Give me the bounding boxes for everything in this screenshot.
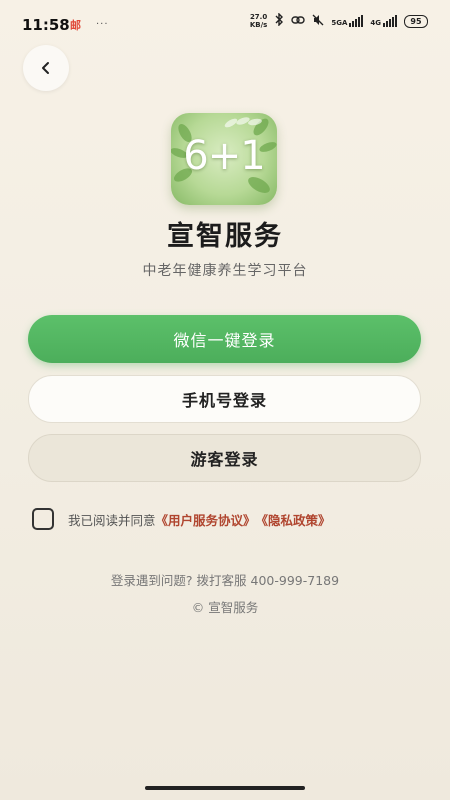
network-speed-value: 27.0 [249,13,268,21]
signal-5g: 5GA [331,15,364,27]
signal-bars-icon-2 [383,15,397,27]
app-subtitle: 中老年健康养生学习平台 [142,263,308,279]
agreement-prefix: 我已阅读并同意 [68,512,156,528]
bluetooth-icon [274,12,284,29]
lte-type-label: 4G [370,19,381,27]
help-text: 登录遇到问题? 拨打客服 400-999-7189 [110,573,340,588]
logo-text: 6+1 [183,133,265,179]
status-bar: 11:58 邮 ··· 27.0 KB/s 5GA 4G 95 [0,0,450,44]
user-agreement-link[interactable]: 《用户服务协议》 [156,510,256,529]
chevron-left-icon [42,62,49,74]
agreement-row: 我已阅读并同意 《用户服务协议》 《隐私政策》 [32,508,331,530]
status-time: 11:58 [22,16,70,34]
copyright: © 宣智服务 [191,600,259,615]
guest-login-label: 游客登录 [190,450,259,469]
mute-icon [312,14,324,29]
back-button[interactable] [23,45,69,91]
battery-icon: 95 [404,14,428,28]
network-speed-unit: KB/s [249,21,268,29]
wechat-login-label: 微信一键登录 [173,331,276,350]
phone-login-button[interactable]: 手机号登录 [28,375,421,423]
app-title: 宣智服务 [167,221,283,252]
more-notifications-icon: ··· [96,19,109,30]
phone-login-label: 手机号登录 [181,391,267,410]
privacy-policy-link[interactable]: 《隐私政策》 [256,510,331,529]
guest-login-button[interactable]: 游客登录 [28,434,421,482]
status-right-icons: 27.0 KB/s 5GA 4G 95 [250,12,428,29]
wechat-login-button[interactable]: 微信一键登录 [28,315,421,363]
agreement-checkbox[interactable] [32,508,54,530]
mail-app-icon: 邮 [70,19,81,32]
app-logo: 6+1 [171,113,277,205]
signal-bars-icon [349,15,364,27]
signal-4g: 4G [370,15,397,27]
home-indicator[interactable] [145,786,305,790]
network-type-label: 5GA [331,19,348,27]
link-icon [291,14,306,28]
network-speed: 27.0 KB/s [250,13,267,29]
